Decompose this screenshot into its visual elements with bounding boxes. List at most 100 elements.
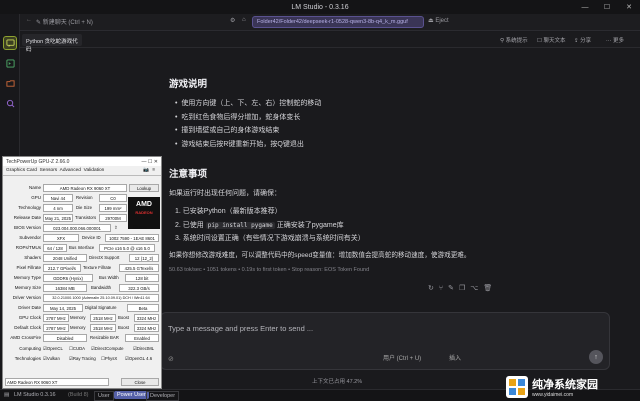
label-directx: DirectX Support	[89, 255, 120, 260]
gpuz-window-controls[interactable]: — ☐ ✕	[142, 159, 158, 165]
gpuz-row-technologies: Technologies ☑Vulkan ☑Ray Tracing ☐PhysX…	[3, 355, 161, 364]
message-actions: ↻⑂✎❐⌥🗑	[428, 284, 497, 292]
developer-mode-button[interactable]: Developer	[146, 391, 180, 401]
value-directx: 12 (12_2)	[129, 254, 159, 262]
opengl-checkbox: ☑OpenGL 4.6	[125, 356, 153, 361]
user-role-button[interactable]: 用户 (Ctrl + U)	[383, 353, 421, 362]
delete-icon[interactable]: 🗑	[483, 285, 497, 292]
label-memory-type: Memory Type	[13, 275, 41, 280]
label-digital-signature: Digital Signature	[85, 305, 117, 310]
gpuz-title: TechPowerUp GPU-Z 2.66.0	[6, 159, 70, 165]
label-rops: ROPs/TMUs	[15, 245, 41, 250]
developer-nav-button[interactable]	[3, 56, 17, 70]
discover-nav-button[interactable]	[3, 96, 17, 110]
tab-graphics-card[interactable]: Graphics Card	[6, 168, 37, 173]
gpuz-row-fillrate: Pixel Fillrate 212.7 GPixel/s Texture Fi…	[3, 264, 161, 273]
gpuz-toolbar-icons[interactable]: 📷≡	[143, 168, 158, 173]
folder-icon	[5, 79, 15, 87]
notes-intro: 如果运行时出现任何问题，请确保：	[169, 190, 281, 197]
regenerate-icon[interactable]: ↻	[428, 285, 439, 292]
branch-icon[interactable]: ⌥	[470, 285, 483, 292]
logo-text: AMD	[136, 201, 152, 208]
gpuz-row-driver-version: Driver Version 32.0.21000.1000 (Adrenali…	[3, 294, 161, 303]
value-release-date: May 21, 2025	[43, 214, 73, 222]
arrow-up-icon: ↑	[594, 353, 598, 361]
chat-icon	[5, 38, 15, 47]
tab-sensors[interactable]: Sensors	[40, 168, 58, 173]
close-button[interactable]: ✕	[618, 0, 640, 14]
share-button[interactable]: ⇪ 分享	[574, 36, 591, 44]
value-default-memory: 2518 MHz	[90, 324, 116, 332]
edit-icon[interactable]: ✎	[448, 285, 459, 292]
physx-label: PhysX	[104, 356, 118, 361]
uefi-checkbox: ☑UEFI	[133, 225, 147, 230]
watermark-text: 纯净系统家园	[532, 378, 598, 391]
more-button[interactable]: ⋯ 更多	[606, 36, 624, 44]
opencl-label: OpenCL	[46, 346, 63, 351]
power-user-mode-button[interactable]: Power User	[114, 391, 149, 399]
system-prompt-button[interactable]: ⚲ 系统提示	[500, 36, 528, 44]
message-input[interactable]: Type a message and press Enter to send .…	[160, 312, 610, 370]
value-driver-version: 32.0.21000.1000 (Adrenalin 25.10.09.01) …	[43, 294, 159, 302]
label-default-clock: Default Clock	[14, 325, 41, 330]
model-selector[interactable]: Folder42/Folder42/deepseek-r1-0528-qwen3…	[252, 16, 424, 28]
tab-advanced[interactable]: Advanced	[60, 168, 81, 173]
vulkan-label: Vulkan	[46, 356, 60, 361]
chat-nav-button[interactable]	[3, 36, 17, 50]
heading-game: 游戏说明	[169, 79, 208, 90]
insert-button[interactable]: 插入	[449, 353, 461, 362]
terminal-icon	[5, 58, 15, 68]
share-label: 分享	[580, 38, 592, 44]
chat-tab[interactable]: Python 贪吃蛇游戏代码	[22, 34, 82, 53]
list-item: 1. 已安装Python（最新版本推荐）	[175, 208, 282, 215]
eject-button[interactable]: ⏏ Eject	[428, 17, 449, 24]
value-memory-size: 16384 MB	[43, 284, 87, 292]
label-crossfire: AMD CrossFire	[10, 335, 41, 340]
card-select[interactable]: AMD Radeon RX 9060 XT	[5, 378, 109, 386]
tab-validation[interactable]: Validation	[84, 168, 105, 173]
label-bus-interface: Bus Interface	[69, 245, 95, 250]
gpuz-row-driver-date: Driver Date May 14, 2025 Digital Signatu…	[3, 304, 161, 313]
share-icon[interactable]: ⇪	[114, 225, 118, 231]
uefi-label: UEFI	[136, 225, 147, 230]
label-default-boost: Boost	[118, 325, 129, 330]
models-nav-button[interactable]	[3, 76, 17, 90]
list-item: • 吃到红色食物后得分增加，蛇身体变长	[175, 113, 301, 121]
value-default-clock: 2787 MHz	[43, 324, 69, 332]
branch-icon[interactable]: ⑂	[439, 285, 448, 292]
value-subvendor: XFX	[43, 234, 79, 242]
value-shaders: 2048 Unified	[43, 254, 87, 262]
list-item: 3. 系统时间设置正确（有些情况下游戏崩溃与系统时间有关）	[175, 235, 365, 242]
watermark: 纯净系统家园 www.yidaimei.com	[506, 374, 638, 399]
value-bus-width: 128 bit	[125, 274, 159, 282]
eject-label: Eject	[435, 18, 449, 24]
value-device-id: 1002 7590 - 1EAE 8601	[105, 234, 159, 242]
value-bios: 023.004.000.066.000001	[43, 224, 111, 232]
heading-notes: 注意事项	[169, 169, 208, 180]
label-bus-width: Bus Width	[99, 275, 119, 280]
gear-icon[interactable]: ⚙	[230, 17, 235, 24]
attach-icon[interactable]: ⊘	[168, 355, 174, 363]
lookup-button[interactable]: Lookup	[129, 184, 159, 192]
title-bar: LM Studio - 0.3.16 — ☐ ✕	[0, 0, 640, 14]
value-rops: 64 / 128	[43, 244, 67, 252]
label-computing: Computing	[19, 346, 41, 351]
label-subvendor: Subvendor	[19, 235, 41, 240]
user-mode-button[interactable]: User	[94, 391, 114, 401]
chat-text-button[interactable]: ☐ 聊天文本	[537, 36, 565, 44]
gpuz-row-shaders: Shaders 2048 Unified DirectX Support 12 …	[3, 254, 161, 263]
value-resizable-bar: Enabled	[125, 334, 159, 342]
gpuz-row-rops: ROPs/TMUs 64 / 128 Bus Interface PCIe x1…	[3, 244, 161, 253]
directcompute-checkbox: ☑DirectCompute	[91, 346, 124, 351]
gpuz-row-subvendor: Subvendor XFX Device ID 1002 7590 - 1EAE…	[3, 234, 161, 243]
copy-icon[interactable]: ❐	[459, 285, 470, 292]
watermark-logo-icon	[506, 375, 528, 398]
value-gpu-clock: 2787 MHz	[43, 314, 69, 322]
gpuz-close-button[interactable]: Close	[121, 378, 159, 386]
send-button[interactable]: ↑	[589, 350, 603, 364]
value-die-size: 199 mm²	[99, 204, 127, 212]
back-icon[interactable]: ←	[26, 17, 32, 23]
new-chat-button[interactable]: ✎ 新建聊天 (Ctrl + N)	[36, 17, 93, 26]
minimize-button[interactable]: —	[574, 0, 596, 14]
maximize-button[interactable]: ☐	[596, 0, 618, 14]
